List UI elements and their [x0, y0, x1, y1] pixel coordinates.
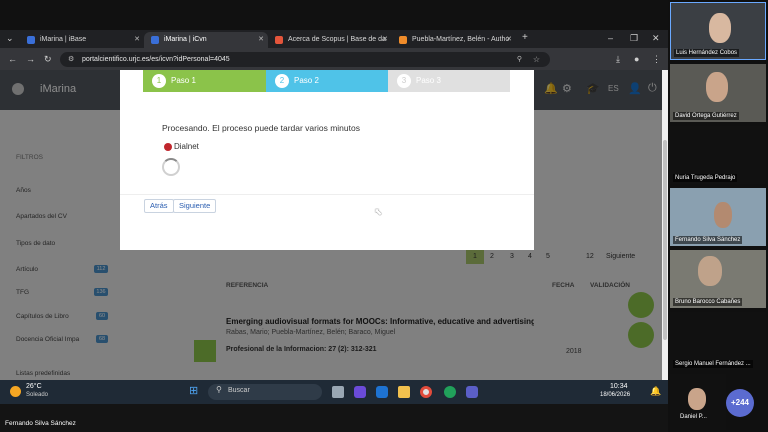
bookmark-star-icon[interactable]: ☆ [533, 52, 540, 67]
screen: ⌄ iMarina | iBase ✕ iMarina | iCvn ✕ Ace… [0, 0, 768, 432]
modal-divider [120, 194, 534, 195]
weather-sun-icon[interactable] [10, 386, 21, 397]
site-info-icon[interactable]: ⚙ [68, 52, 74, 67]
minimize-icon[interactable]: – [608, 31, 613, 45]
zoom-icon[interactable]: ⚲ [517, 52, 522, 67]
close-window-icon[interactable]: ✕ [652, 31, 660, 45]
copilot-icon[interactable] [354, 386, 366, 398]
menu-icon[interactable]: ⋮ [652, 52, 661, 66]
imarina-favicon-icon [151, 36, 159, 44]
taskbar-search-box[interactable]: ⚲ Buscar [208, 384, 322, 400]
participant-tile[interactable]: Daniel P... [670, 374, 726, 430]
weather-temp: 26°C [26, 383, 42, 390]
url-text: portalcientifico.urjc.es/es/icvn?idPerso… [82, 56, 230, 63]
close-tab-icon[interactable]: ✕ [382, 32, 388, 48]
processing-message: Procesando. El proceso puede tardar vari… [162, 123, 360, 133]
profile-icon[interactable]: ● [634, 52, 639, 66]
back-button[interactable]: Atrás [144, 199, 174, 213]
scrollbar-thumb[interactable] [663, 140, 667, 340]
teams-icon[interactable] [466, 386, 478, 398]
windows-start-icon[interactable]: ⊞ [189, 385, 198, 397]
author-favicon-icon [399, 36, 407, 44]
participant-video [709, 13, 731, 43]
wizard-modal: 1 Paso 1 2 Paso 2 3 Paso 3 Procesando. E… [120, 70, 534, 250]
forward-icon[interactable]: → [26, 52, 35, 66]
participant-tile[interactable]: Bruno Barocco Cabañes [670, 250, 766, 308]
browser-tabbar: ⌄ iMarina | iBase ✕ iMarina | iCvn ✕ Ace… [0, 30, 668, 48]
chrome-icon[interactable] [420, 386, 432, 398]
tab-ibase[interactable]: iMarina | iBase ✕ [20, 32, 144, 48]
clock-time: 10:34 [610, 383, 628, 390]
participant-video [706, 72, 728, 102]
participant-tile[interactable]: Luis Hernández Cobos [670, 2, 766, 60]
windows-taskbar: 26°C Soleado ⊞ ⚲ Buscar 10:34 18/06/2026… [0, 380, 668, 404]
reload-icon[interactable]: ↻ [44, 52, 52, 66]
task-view-icon[interactable] [332, 386, 344, 398]
loading-spinner-icon [162, 158, 180, 176]
participant-video [714, 202, 732, 228]
back-icon[interactable]: ← [8, 52, 17, 66]
notification-icon[interactable]: 🔔 [650, 386, 661, 397]
next-button[interactable]: Siguiente [173, 199, 217, 213]
tab-scopus[interactable]: Acerca de Scopus | Base de da ✕ [268, 32, 392, 48]
imarina-favicon-icon [27, 36, 35, 44]
meeting-self-strip: Fernando Silva Sánchez [0, 404, 668, 432]
top-letterbox [0, 0, 668, 30]
download-icon[interactable]: ⤓ [616, 52, 620, 66]
participant-tile[interactable]: David Ortega Gutiérrez [670, 64, 766, 122]
mouse-cursor-icon: ⬉ [374, 207, 383, 218]
self-name: Fernando Silva Sánchez [5, 420, 76, 427]
edge-icon[interactable] [444, 386, 456, 398]
search-icon: ⚲ [216, 385, 222, 394]
browser-toolbar: ← → ↻ ⚙ portalcientifico.urjc.es/es/icvn… [0, 48, 668, 70]
dialnet-logo-icon [164, 143, 172, 151]
maximize-icon[interactable]: ❐ [630, 31, 638, 45]
participant-tile[interactable]: Sergio Manuel Fernández ... [670, 312, 766, 370]
step-1: 1 Paso 1 [143, 70, 266, 92]
close-tab-icon[interactable]: ✕ [506, 32, 512, 48]
new-tab-button[interactable]: + [522, 31, 528, 45]
tab-author[interactable]: Puebla-Martínez, Belén - Autho ✕ [392, 32, 516, 48]
scopus-favicon-icon [275, 36, 283, 44]
file-explorer-icon[interactable] [398, 386, 410, 398]
more-participants-button[interactable]: +244 [726, 389, 754, 417]
tab-search-icon[interactable]: ⌄ [6, 31, 14, 45]
step-3: 3 Paso 3 [388, 70, 510, 92]
close-tab-icon[interactable]: ✕ [258, 32, 264, 48]
weather-desc: Soleado [26, 392, 49, 398]
close-tab-icon[interactable]: ✕ [134, 32, 140, 48]
tab-icvn[interactable]: iMarina | iCvn ✕ [144, 32, 268, 48]
participant-video [698, 256, 722, 286]
participant-tile[interactable]: Fernando Silva Sánchez [670, 188, 766, 246]
meeting-participants-panel: Luis Hernández Cobos David Ortega Gutiér… [668, 0, 768, 432]
participant-video [688, 388, 706, 410]
address-bar[interactable]: ⚙ portalcientifico.urjc.es/es/icvn?idPer… [60, 52, 550, 67]
source-label: Dialnet [174, 142, 199, 151]
outlook-icon[interactable] [376, 386, 388, 398]
participant-tile[interactable]: Nuria Trugeda Pedrajo [670, 126, 766, 184]
clock-date: 18/06/2026 [600, 392, 631, 398]
taskbar-search-label: Buscar [228, 387, 250, 394]
step-2: 2 Paso 2 [266, 70, 388, 92]
